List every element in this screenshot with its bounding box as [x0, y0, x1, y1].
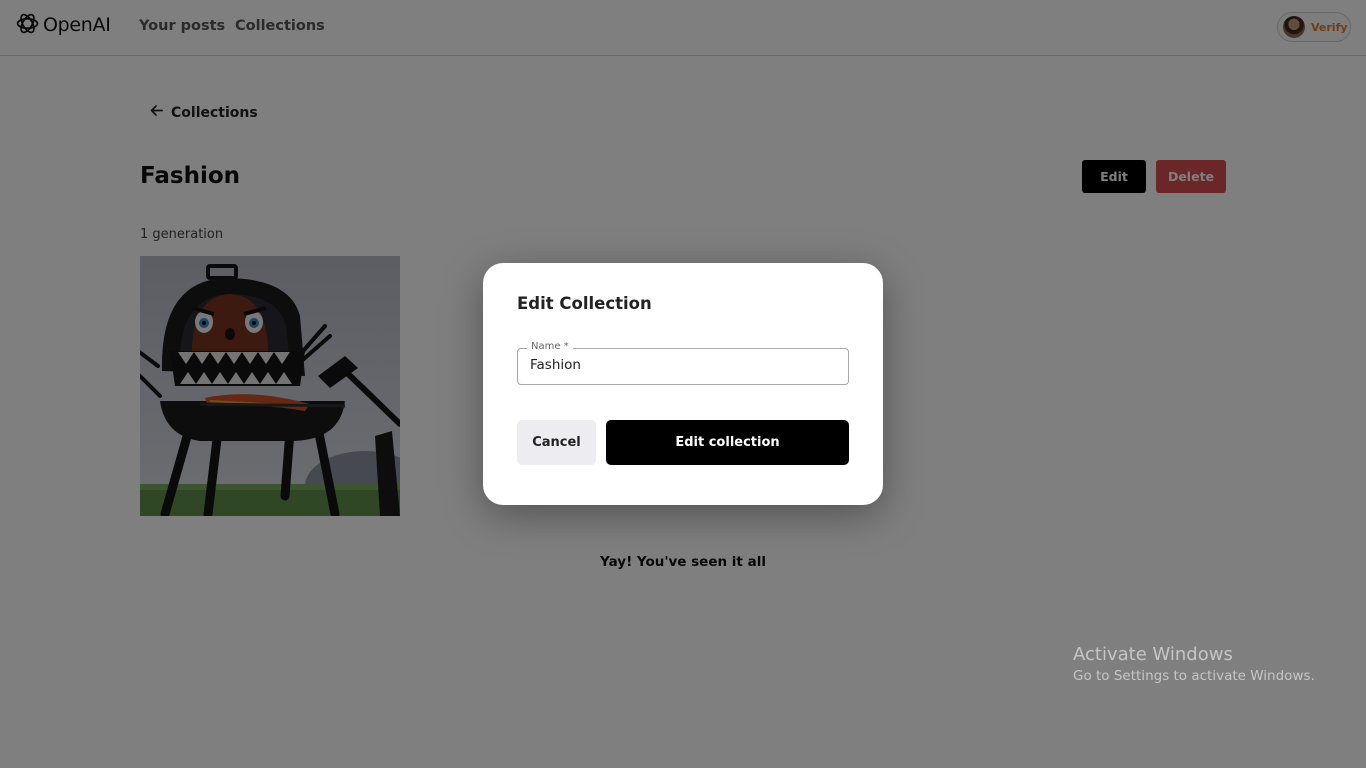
dialog-title: Edit Collection: [517, 294, 652, 313]
name-input[interactable]: [530, 357, 830, 373]
name-field-label: Name *: [527, 341, 573, 352]
edit-collection-dialog: Edit Collection Name * Cancel Edit colle…: [483, 263, 883, 505]
cancel-button[interactable]: Cancel: [517, 420, 596, 465]
edit-collection-button[interactable]: Edit collection: [606, 420, 849, 465]
name-field: Name *: [517, 341, 849, 385]
activate-windows-subtitle: Go to Settings to activate Windows.: [1073, 668, 1315, 684]
activate-windows-title: Activate Windows: [1073, 644, 1233, 665]
